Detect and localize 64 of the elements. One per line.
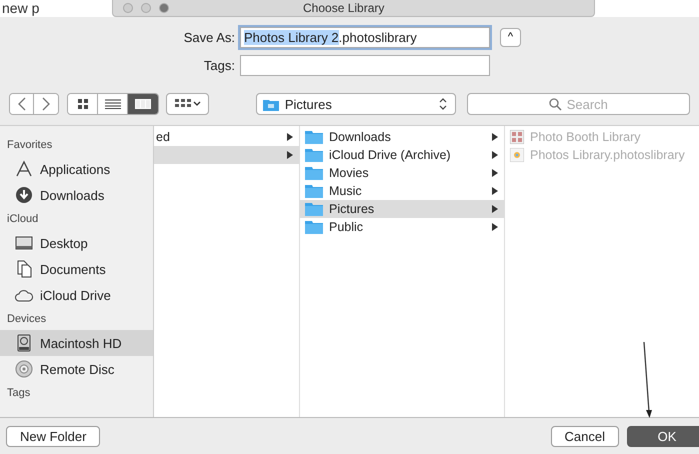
sidebar-heading: Favorites (6, 138, 54, 153)
disclosure-arrow-icon (492, 223, 498, 231)
sidebar-item[interactable]: Macintosh HD (0, 330, 153, 356)
list-icon (104, 99, 121, 109)
file-row[interactable]: iCloud Drive (Archive) (300, 146, 504, 164)
monitor-icon (15, 234, 33, 252)
file-row[interactable]: Movies (300, 164, 504, 182)
file-row[interactable]: Pictures (300, 200, 504, 218)
sidebar-item[interactable]: Downloads (0, 182, 153, 208)
disclosure-arrow-icon (287, 133, 293, 141)
sidebar-item[interactable]: Desktop (0, 230, 153, 256)
save-as-label: Save As: (182, 30, 236, 44)
new-folder-button[interactable]: New Folder (6, 426, 100, 446)
tags-label: Tags: (202, 58, 236, 72)
back-button[interactable] (10, 94, 34, 114)
icon-view-button[interactable] (68, 94, 98, 114)
disclosure-arrow-icon (492, 169, 498, 177)
disc-icon (15, 360, 33, 378)
window-title: Choose Library (303, 1, 384, 15)
disclosure-arrow-icon (287, 151, 293, 159)
sidebar-item[interactable]: Remote Disc (0, 356, 153, 382)
photo-grid-icon (510, 130, 524, 144)
disclosure-arrow-icon (492, 133, 498, 141)
folder-icon (305, 148, 323, 162)
grid-icon (78, 99, 88, 109)
folder-icon (305, 130, 323, 144)
sidebar-heading: iCloud (6, 212, 40, 227)
columns-icon (135, 99, 152, 109)
sidebar-heading: Tags (6, 386, 32, 401)
cancel-button[interactable]: Cancel (550, 426, 619, 446)
arrange-button[interactable] (166, 93, 209, 115)
file-row[interactable]: Downloads (300, 128, 504, 146)
folder-icon (305, 166, 323, 180)
tags-field[interactable] (240, 54, 490, 76)
folder-icon (305, 184, 323, 198)
ok-button[interactable]: OK (627, 426, 699, 446)
background-text: new p (2, 0, 40, 16)
column-view-button[interactable] (128, 94, 158, 114)
search-icon (548, 98, 562, 110)
chevron-right-icon (42, 97, 50, 111)
file-row[interactable]: ed (154, 128, 299, 146)
sidebar-item[interactable]: Applications (0, 156, 153, 182)
document-icon (15, 260, 33, 278)
grid-dropdown-icon (174, 99, 201, 109)
location-dropdown[interactable]: Pictures (256, 93, 456, 115)
file-row[interactable]: Music (300, 182, 504, 200)
save-as-field[interactable]: Photos Library 2.photoslibrary (240, 26, 490, 48)
folder-icon (305, 202, 323, 216)
folder-icon (262, 98, 279, 110)
disclosure-arrow-icon (492, 187, 498, 195)
download-icon (15, 186, 33, 204)
chevron-left-icon (18, 97, 26, 111)
disclosure-arrow-icon (492, 151, 498, 159)
expand-button[interactable]: ^ (500, 28, 521, 46)
sidebar-item[interactable]: iCloud Drive (0, 282, 153, 308)
sidebar-item[interactable]: Documents (0, 256, 153, 282)
flower-icon (510, 148, 524, 162)
stepper-icon (438, 98, 447, 110)
folder-icon (305, 220, 323, 234)
disclosure-arrow-icon (492, 205, 498, 213)
file-row[interactable]: Public (300, 218, 504, 236)
hard-drive-icon (15, 334, 33, 352)
sidebar-heading: Devices (6, 312, 48, 327)
letter-a-icon (15, 160, 33, 178)
